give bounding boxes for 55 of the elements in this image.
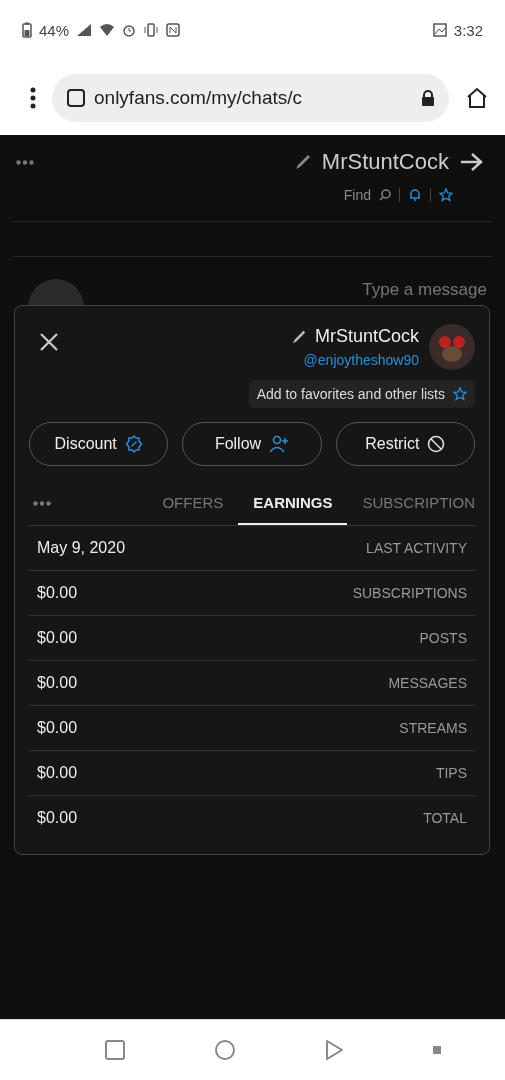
square-icon[interactable] [433, 1046, 442, 1054]
search-icon[interactable] [379, 189, 391, 201]
nfc-icon [166, 23, 181, 37]
tab[interactable]: OFFERS [147, 482, 239, 525]
tabs-icon[interactable] [66, 87, 86, 108]
row-value: $0.00 [37, 674, 78, 692]
ban-icon [427, 435, 446, 453]
row-value: $0.00 [37, 584, 78, 602]
row-label: LAST ACTIVITY [366, 540, 467, 556]
pencil-icon[interactable] [290, 328, 307, 345]
home-icon[interactable] [465, 85, 489, 110]
star-icon [453, 387, 467, 401]
row-label: POSTS [419, 630, 467, 646]
find-link[interactable]: Find [343, 187, 371, 203]
back-icon[interactable] [323, 1039, 346, 1061]
add-person-icon [269, 435, 290, 453]
chat-title: MrStuntCock [321, 149, 449, 175]
row-value: May 9, 2020 [37, 539, 126, 557]
row-label: SUBSCRIPTIONS [352, 585, 467, 601]
row-value: $0.00 [37, 809, 78, 827]
clock-time: 3:32 [453, 21, 483, 39]
row-label: TOTAL [423, 810, 467, 826]
battery-level: 44% [39, 21, 70, 39]
message-field[interactable]: Type a message [94, 279, 489, 301]
row-value: $0.00 [37, 719, 78, 737]
url-text: onlyfans.com/my/chats/c [94, 86, 304, 109]
pencil-icon[interactable] [293, 153, 312, 171]
battery-icon [22, 22, 32, 38]
star-icon[interactable] [439, 188, 453, 202]
lock-icon [421, 89, 435, 106]
row-label: STREAMS [399, 720, 467, 736]
back-arrow-icon[interactable] [459, 152, 483, 172]
address-bar[interactable]: onlyfans.com/my/chats/c [52, 73, 449, 122]
signal-icon [76, 23, 93, 37]
menu-icon[interactable] [30, 86, 36, 109]
row-label: MESSAGES [388, 675, 467, 691]
alarm-icon [122, 23, 137, 37]
recent-apps-icon[interactable] [103, 1039, 126, 1061]
wifi-icon [99, 23, 116, 37]
discount-icon [124, 435, 143, 453]
image-icon [432, 23, 447, 37]
avatar [429, 324, 475, 370]
profile-name: MrStuntCock [314, 326, 419, 347]
row-value: $0.00 [37, 764, 78, 782]
row-value: $0.00 [37, 629, 78, 647]
more-icon[interactable] [33, 501, 51, 506]
more-icon[interactable] [16, 159, 34, 165]
close-icon[interactable] [39, 332, 59, 352]
tab[interactable]: EARNINGS [238, 482, 348, 525]
add-to-lists-button[interactable]: Add to favorites and other lists [248, 380, 475, 408]
tab[interactable]: SUBSCRIPTION [347, 482, 475, 525]
profile-handle[interactable]: @enjoytheshow90 [303, 352, 419, 368]
bell-icon[interactable] [408, 188, 422, 202]
row-label: TIPS [435, 765, 467, 781]
vibrate-icon [143, 23, 160, 37]
